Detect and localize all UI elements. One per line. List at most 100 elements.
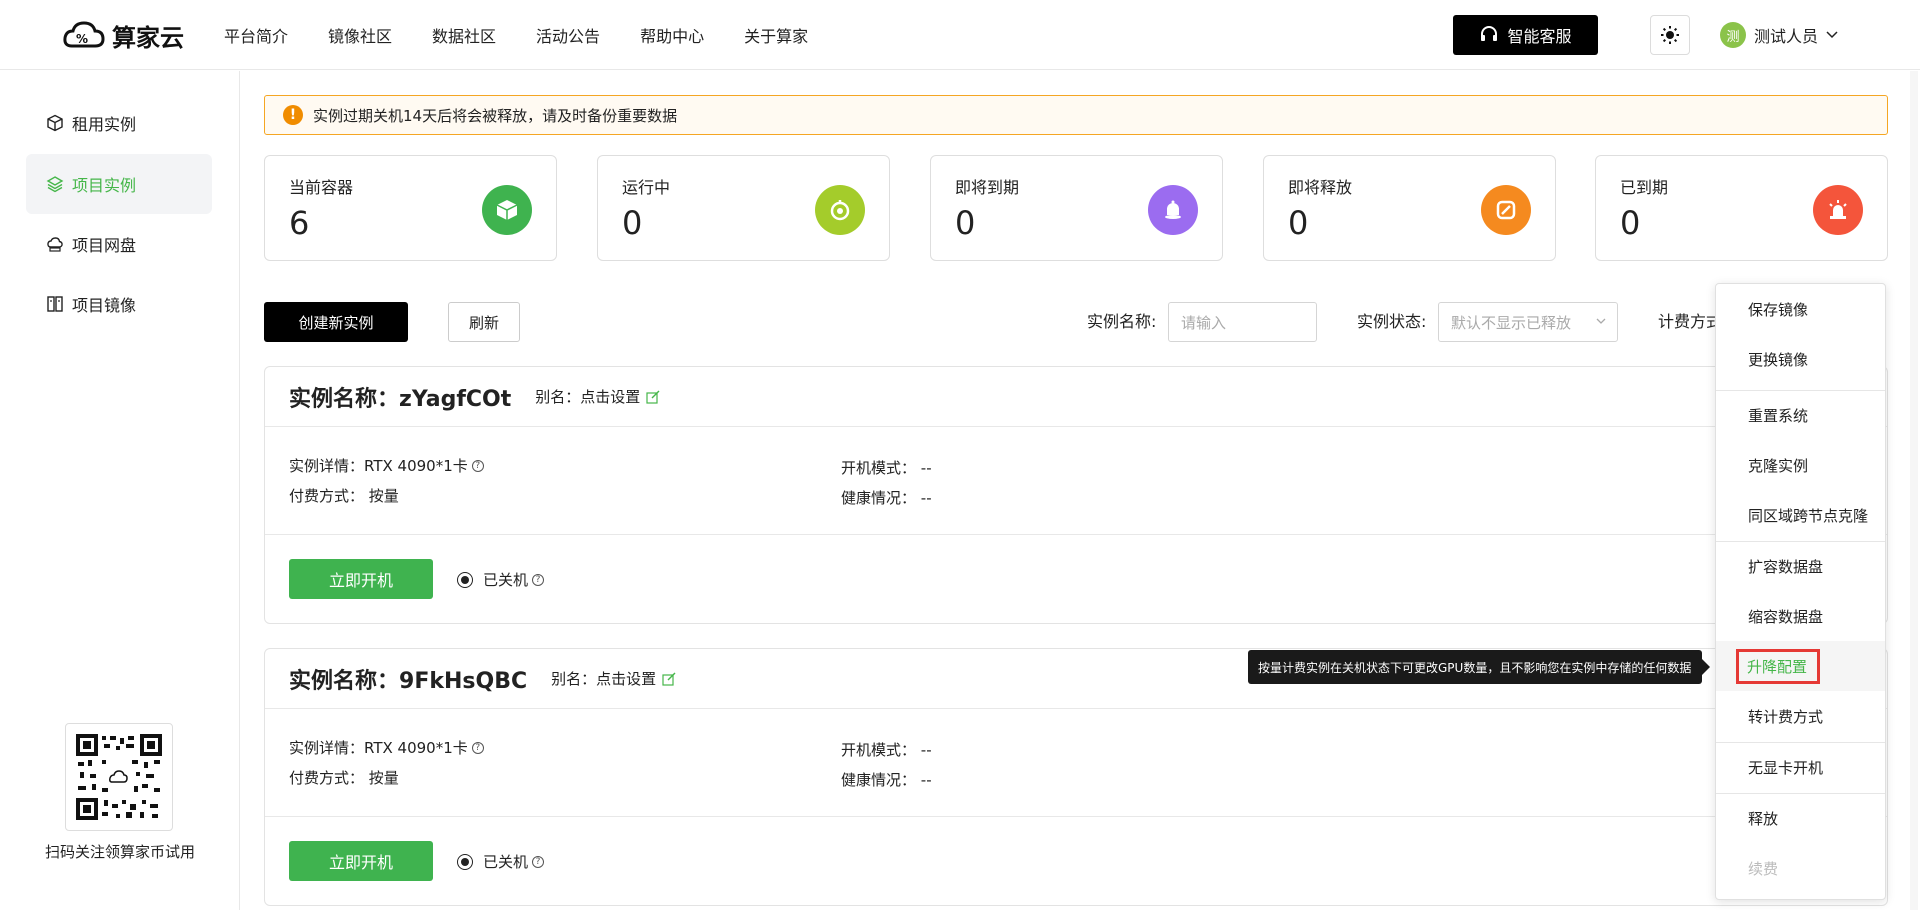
- headset-icon: [1481, 26, 1498, 41]
- svg-text:%: %: [76, 32, 88, 46]
- status-filter-select[interactable]: 默认不显示已释放: [1438, 302, 1618, 342]
- instance-alias[interactable]: 别名： 点击设置: [535, 386, 660, 407]
- instance-boot-mode: 开机模式： --: [841, 740, 932, 760]
- qr-code: [65, 723, 173, 831]
- instance-detail: 实例详情： RTX 4090*1卡 ?: [289, 737, 484, 758]
- instance-detail: 实例详情： RTX 4090*1卡 ?: [289, 455, 484, 476]
- stat-value: 0: [622, 204, 643, 242]
- qr-code-icon: [76, 734, 162, 820]
- divider: [265, 816, 1887, 817]
- status-radio-icon: [457, 853, 473, 870]
- logo[interactable]: % 算家云: [62, 14, 184, 56]
- warning-icon: !: [283, 105, 303, 125]
- create-instance-button[interactable]: 创建新实例: [264, 302, 408, 342]
- stat-value: 0: [1288, 204, 1309, 242]
- menu-item-clone-instance[interactable]: 克隆实例: [1716, 440, 1885, 490]
- start-now-button[interactable]: 立即开机: [289, 841, 433, 881]
- menu-item-change-image[interactable]: 更换镜像: [1716, 334, 1885, 384]
- divider: [265, 534, 1887, 535]
- stat-card-current-containers: 当前容器 6: [264, 155, 557, 261]
- menu-item-boot-without-gpu[interactable]: 无显卡开机: [1716, 742, 1885, 792]
- sidebar-item-rent-instance[interactable]: 租用实例: [26, 93, 212, 153]
- sidebar: 租用实例 项目实例 项目网盘 项目镜像 扫码关注领算家币试用: [0, 71, 240, 910]
- nav-item-announcements[interactable]: 活动公告: [536, 23, 600, 47]
- instance-card-header: 实例名称：zYagfCOt 别名： 点击设置: [265, 367, 1887, 427]
- nav-item-image-community[interactable]: 镜像社区: [328, 23, 392, 47]
- bell-icon: [1148, 185, 1198, 235]
- stat-value: 6: [289, 204, 310, 242]
- nav-item-platform-intro[interactable]: 平台简介: [224, 23, 288, 47]
- main-nav: 平台简介 镜像社区 数据社区 活动公告 帮助中心 关于算家: [224, 0, 848, 70]
- smart-service-button[interactable]: 智能客服: [1453, 15, 1598, 55]
- instance-boot-mode: 开机模式： --: [841, 458, 932, 478]
- stat-value: 0: [1620, 204, 1641, 242]
- refresh-button[interactable]: 刷新: [448, 302, 520, 342]
- menu-item-cross-node-clone[interactable]: 同区域跨节点克隆: [1716, 490, 1885, 540]
- page-scrollbar[interactable]: [1910, 71, 1918, 910]
- stat-card-releasing-soon: 即将释放 0: [1263, 155, 1556, 261]
- expiry-alert: ! 实例过期关机14天后将会被释放，请及时备份重要数据: [264, 95, 1888, 135]
- help-icon[interactable]: ?: [532, 855, 545, 868]
- sidebar-item-project-instance[interactable]: 项目实例: [26, 154, 212, 214]
- sun-icon: [1661, 26, 1679, 44]
- stat-value: 0: [955, 204, 976, 242]
- stat-label: 即将释放: [1288, 178, 1353, 197]
- instance-card: 实例名称：zYagfCOt 别名： 点击设置 实例详情： RTX 4090*1卡 ?…: [264, 366, 1888, 624]
- nav-item-about[interactable]: 关于算家: [744, 23, 808, 47]
- alarm-icon: [1813, 185, 1863, 235]
- sidebar-item-label: 项目网盘: [72, 236, 137, 255]
- logo-text: 算家云: [112, 23, 184, 52]
- sidebar-item-project-image[interactable]: 项目镜像: [26, 274, 212, 334]
- menu-item-release[interactable]: 释放: [1716, 793, 1885, 843]
- status-filter-placeholder: 默认不显示已释放: [1451, 313, 1572, 332]
- menu-item-expand-disk[interactable]: 扩容数据盘: [1716, 541, 1885, 591]
- sidebar-item-label: 项目实例: [72, 176, 137, 195]
- name-filter-placeholder: 请输入: [1181, 313, 1227, 332]
- help-icon[interactable]: ?: [532, 573, 545, 586]
- theme-toggle-button[interactable]: [1650, 15, 1690, 55]
- instance-title: 实例名称：9FkHsQBC: [289, 668, 528, 694]
- stat-card-expiring-soon: 即将到期 0: [930, 155, 1223, 261]
- stat-card-running: 运行中 0: [597, 155, 890, 261]
- user-name: 测试人员: [1754, 27, 1819, 46]
- help-icon[interactable]: ?: [471, 459, 484, 472]
- avatar: 测: [1720, 22, 1746, 48]
- stat-label: 当前容器: [289, 178, 354, 197]
- menu-item-save-image[interactable]: 保存镜像: [1716, 284, 1885, 334]
- instance-alias[interactable]: 别名： 点击设置: [551, 668, 676, 689]
- chevron-down-icon: [1596, 318, 1606, 324]
- name-filter-input[interactable]: 请输入: [1168, 302, 1317, 342]
- stat-label: 已到期: [1620, 178, 1669, 197]
- start-now-button[interactable]: 立即开机: [289, 559, 433, 599]
- user-menu[interactable]: 测 测试人员: [1720, 22, 1838, 48]
- menu-item-reset-system[interactable]: 重置系统: [1716, 390, 1885, 440]
- name-filter-label: 实例名称:: [1087, 312, 1157, 331]
- stat-label: 即将到期: [955, 178, 1020, 197]
- qr-caption: 扫码关注领算家币试用: [44, 843, 195, 861]
- instance-health: 健康情况： --: [841, 770, 932, 790]
- smart-service-label: 智能客服: [1507, 27, 1572, 46]
- instance-pay-mode: 付费方式： 按量: [289, 769, 399, 787]
- release-icon: [1481, 185, 1531, 235]
- running-icon: [815, 185, 865, 235]
- instance-title: 实例名称：zYagfCOt: [289, 386, 512, 412]
- instance-card: 实例名称：9FkHsQBC 别名： 点击设置 实例详情： RTX 4090*1卡 ?…: [264, 648, 1888, 906]
- instance-status: 已关机 ?: [457, 851, 545, 872]
- help-icon[interactable]: ?: [471, 741, 484, 754]
- edit-icon: [646, 390, 660, 404]
- nav-item-data-community[interactable]: 数据社区: [432, 23, 496, 47]
- instance-actions-menu: 保存镜像 更换镜像 重置系统 克隆实例 同区域跨节点克隆 扩容数据盘 缩容数据盘…: [1715, 283, 1886, 900]
- cloud-logo-icon: %: [63, 21, 105, 48]
- menu-item-shrink-disk[interactable]: 缩容数据盘: [1716, 591, 1885, 641]
- cube-icon: [47, 114, 63, 132]
- sidebar-item-project-disk[interactable]: 项目网盘: [26, 214, 212, 274]
- menu-item-resize-config[interactable]: 升降配置: [1716, 641, 1885, 691]
- tooltip-text: 按量计费实例在关机状态下可更改GPU数量，且不影响您在实例中存储的任何数据: [1258, 660, 1692, 675]
- menu-item-change-billing[interactable]: 转计费方式: [1716, 691, 1885, 741]
- instance-pay-mode: 付费方式： 按量: [289, 487, 399, 505]
- nav-item-help-center[interactable]: 帮助中心: [640, 23, 704, 47]
- status-filter-label: 实例状态:: [1357, 312, 1427, 331]
- resize-config-tooltip: 按量计费实例在关机状态下可更改GPU数量，且不影响您在实例中存储的任何数据: [1248, 650, 1710, 684]
- status-radio-icon: [457, 571, 473, 588]
- menu-item-renew: 续费: [1748, 859, 1779, 878]
